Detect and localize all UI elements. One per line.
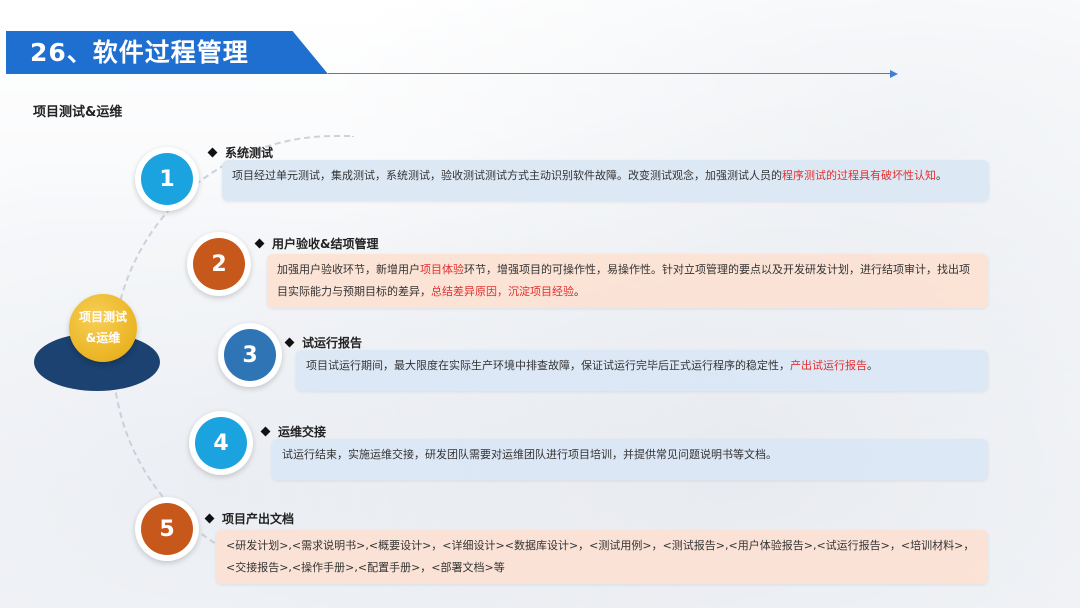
item-1-number-badge: 1 [135, 147, 199, 211]
item-4-heading-text: 运维交接 [278, 425, 327, 439]
item-5-number: 5 [141, 503, 193, 555]
item-3-number: 3 [224, 329, 276, 381]
item-2-heading-text: 用户验收&结项管理 [272, 237, 379, 251]
item-1-text: 项目经过单元测试，集成测试，系统测试，验收测试测试方式主动识别软件故障。改变测试… [232, 169, 782, 182]
item-2-text: 加强用户验收环节，新增用户 [277, 263, 420, 276]
item-4-heading: 运维交接 [260, 423, 327, 440]
item-3-highlight: 产出试运行报告 [790, 359, 867, 372]
item-4-description: 试运行结束，实施运维交接，研发团队需要对运维团队进行项目培训，并提供常见问题说明… [272, 439, 988, 480]
section-label: 项目测试&运维 [33, 105, 123, 120]
item-1-text-end: 。 [936, 169, 947, 182]
title-arrow-icon [890, 70, 898, 78]
center-label: 项目测试 &运维 [78, 310, 127, 345]
item-4-number-badge: 4 [189, 411, 253, 475]
item-2-highlight-2: 总结差异原因，沉淀项目经验 [431, 285, 574, 298]
item-3-heading-text: 试运行报告 [302, 336, 363, 350]
item-2-highlight: 项目体验 [420, 263, 464, 276]
item-1-highlight: 程序测试的过程具有破坏性认知 [782, 169, 936, 182]
item-5-heading: 项目产出文档 [204, 510, 295, 527]
item-2-description: 加强用户验收环节，新增用户项目体验环节，增强项目的可操作性，易操作性。针对立项管… [267, 254, 988, 308]
item-1-heading: 系统测试 [207, 144, 274, 161]
diamond-bullet-icon [207, 147, 218, 158]
item-2-number: 2 [193, 238, 245, 290]
item-3-heading: 试运行报告 [284, 334, 363, 351]
title-underline [328, 73, 892, 74]
item-4-number: 4 [195, 417, 247, 469]
diamond-bullet-icon [254, 238, 265, 249]
item-1-description: 项目经过单元测试，集成测试，系统测试，验收测试测试方式主动识别软件故障。改变测试… [222, 160, 989, 201]
item-4-text: 试运行结束，实施运维交接，研发团队需要对运维团队进行项目培训，并提供常见问题说明… [282, 448, 777, 461]
item-2-heading: 用户验收&结项管理 [254, 235, 379, 252]
diamond-bullet-icon [284, 337, 295, 348]
diamond-bullet-icon [204, 513, 215, 524]
item-1-heading-text: 系统测试 [225, 146, 274, 160]
item-3-number-badge: 3 [218, 323, 282, 387]
diamond-bullet-icon [260, 426, 271, 437]
center-circle: 项目测试 &运维 [69, 294, 137, 362]
slide-title: 26、软件过程管理 [30, 38, 249, 67]
item-5-number-badge: 5 [135, 497, 199, 561]
item-2-text-end: 。 [574, 285, 585, 298]
item-2-number-badge: 2 [187, 232, 251, 296]
item-5-description: <研发计划>,<需求说明书>,<概要设计>，<详细设计><数据库设计>，<测试用… [216, 530, 988, 584]
item-3-description: 项目试运行期间，最大限度在实际生产环境中排查故障，保证试运行完毕后正式运行程序的… [296, 350, 988, 391]
item-5-heading-text: 项目产出文档 [222, 512, 295, 526]
item-5-text: <研发计划>,<需求说明书>,<概要设计>，<详细设计><数据库设计>，<测试用… [226, 539, 975, 574]
item-1-number: 1 [141, 153, 193, 205]
item-3-text-end: 。 [867, 359, 878, 372]
item-3-text: 项目试运行期间，最大限度在实际生产环境中排查故障，保证试运行完毕后正式运行程序的… [306, 359, 790, 372]
